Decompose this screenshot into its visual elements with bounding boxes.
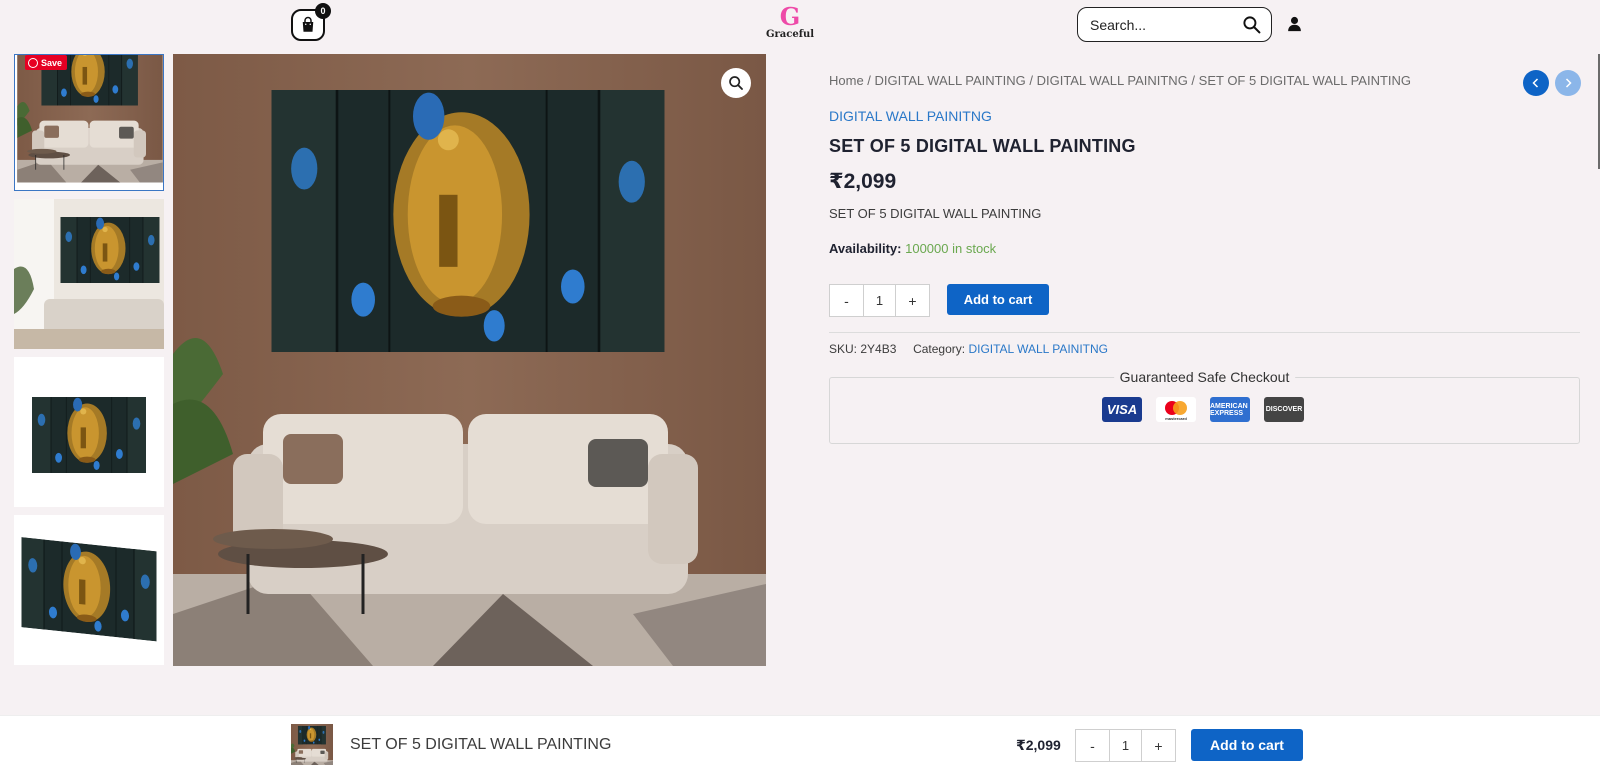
safe-checkout-title: Guaranteed Safe Checkout bbox=[1113, 369, 1296, 385]
magnifier-icon bbox=[729, 76, 743, 90]
next-product-button[interactable] bbox=[1555, 70, 1581, 96]
meta-category-link[interactable]: DIGITAL WALL PAINITNG bbox=[968, 342, 1108, 356]
product-photo bbox=[173, 54, 766, 666]
pinterest-save-button[interactable]: Save bbox=[25, 55, 67, 70]
search-input[interactable] bbox=[1090, 16, 1240, 33]
sku-label: SKU: bbox=[829, 342, 858, 356]
add-to-cart-button[interactable]: Add to cart bbox=[947, 284, 1049, 315]
thumbnail-image bbox=[14, 357, 164, 507]
availability: Availability: 100000 in stock bbox=[829, 241, 996, 256]
thumbnail-image bbox=[14, 515, 164, 665]
thumbnail-image bbox=[15, 55, 164, 191]
amex-icon: AMERICAN EXPRESS bbox=[1210, 397, 1250, 422]
user-account-icon[interactable] bbox=[1286, 15, 1303, 33]
main-product-image[interactable] bbox=[173, 54, 766, 666]
sku-value: 2Y4B3 bbox=[860, 342, 897, 356]
site-logo[interactable]: G Graceful bbox=[766, 4, 814, 42]
shopping-bag-icon bbox=[302, 16, 314, 32]
zoom-button[interactable] bbox=[721, 68, 751, 98]
sticky-quantity-increase-button[interactable]: + bbox=[1142, 730, 1175, 761]
product-title: SET OF 5 DIGITAL WALL PAINTING bbox=[829, 136, 1136, 156]
quantity-increase-button[interactable]: + bbox=[896, 285, 929, 316]
stock-status: 100000 in stock bbox=[905, 241, 997, 256]
product-price: ₹2,099 bbox=[829, 170, 897, 193]
product-category-link[interactable]: DIGITAL WALL PAINITNG bbox=[829, 108, 992, 124]
breadcrumb-subcategory[interactable]: DIGITAL WALL PAINITNG bbox=[1037, 73, 1188, 88]
thumbnail-image bbox=[14, 199, 164, 349]
product-short-description: SET OF 5 DIGITAL WALL PAINTING bbox=[829, 206, 1042, 221]
sticky-product-price: ₹2,099 bbox=[1016, 737, 1061, 753]
sticky-quantity-decrease-button[interactable]: - bbox=[1076, 730, 1109, 761]
cart-button[interactable]: 0 bbox=[291, 3, 331, 41]
chevron-right-icon bbox=[1565, 78, 1572, 88]
breadcrumb-home[interactable]: Home bbox=[829, 73, 864, 88]
thumbnail-3[interactable] bbox=[14, 357, 164, 507]
gallery-thumbnails: Save bbox=[14, 54, 164, 673]
pinterest-icon bbox=[28, 57, 38, 68]
cart-count-badge: 0 bbox=[315, 3, 331, 19]
logo-text: Graceful bbox=[766, 29, 815, 40]
discover-icon: DISCOVER bbox=[1264, 397, 1304, 422]
safe-checkout-box: Guaranteed Safe Checkout VISA mastercard… bbox=[829, 369, 1580, 444]
pinterest-save-label: Save bbox=[41, 57, 63, 68]
logo-letter: G bbox=[779, 2, 801, 31]
category-label: Category: bbox=[913, 342, 966, 356]
search-icon[interactable] bbox=[1242, 15, 1261, 34]
sticky-add-to-cart-button[interactable]: Add to cart bbox=[1191, 729, 1303, 761]
thumbnail-1[interactable]: Save bbox=[14, 54, 164, 191]
sticky-product-title: SET OF 5 DIGITAL WALL PAINTING bbox=[350, 736, 612, 753]
quantity-decrease-button[interactable]: - bbox=[830, 285, 863, 316]
sticky-quantity-stepper: - 1 + bbox=[1075, 729, 1176, 762]
quantity-input[interactable]: 1 bbox=[863, 285, 896, 316]
mastercard-label: mastercard bbox=[1165, 416, 1187, 421]
thumbnail-4[interactable] bbox=[14, 515, 164, 665]
visa-icon: VISA bbox=[1102, 397, 1142, 422]
availability-label: Availability: bbox=[829, 241, 902, 256]
thumbnail-2[interactable] bbox=[14, 199, 164, 349]
sticky-quantity-input[interactable]: 1 bbox=[1109, 730, 1142, 761]
quantity-stepper: - 1 + bbox=[829, 284, 930, 317]
breadcrumb-category[interactable]: DIGITAL WALL PAINTING bbox=[875, 73, 1026, 88]
breadcrumb-current: SET OF 5 DIGITAL WALL PAINTING bbox=[1198, 73, 1412, 88]
payment-cards: VISA mastercard AMERICAN EXPRESS DISCOVE… bbox=[1102, 397, 1304, 422]
divider bbox=[829, 332, 1580, 333]
sticky-product-thumbnail bbox=[291, 724, 333, 765]
previous-product-button[interactable] bbox=[1523, 70, 1549, 96]
search-box bbox=[1077, 7, 1272, 42]
product-navigation bbox=[1523, 70, 1581, 96]
mastercard-icon: mastercard bbox=[1156, 397, 1196, 422]
breadcrumb: Home / DIGITAL WALL PAINTING / DIGITAL W… bbox=[829, 73, 1412, 88]
sticky-add-to-cart-bar: SET OF 5 DIGITAL WALL PAINTING ₹2,099 - … bbox=[0, 715, 1600, 765]
product-meta: SKU: 2Y4B3 Category: DIGITAL WALL PAINIT… bbox=[829, 342, 1108, 356]
site-header: 0 G Graceful bbox=[0, 0, 1600, 54]
chevron-left-icon bbox=[1532, 78, 1539, 88]
